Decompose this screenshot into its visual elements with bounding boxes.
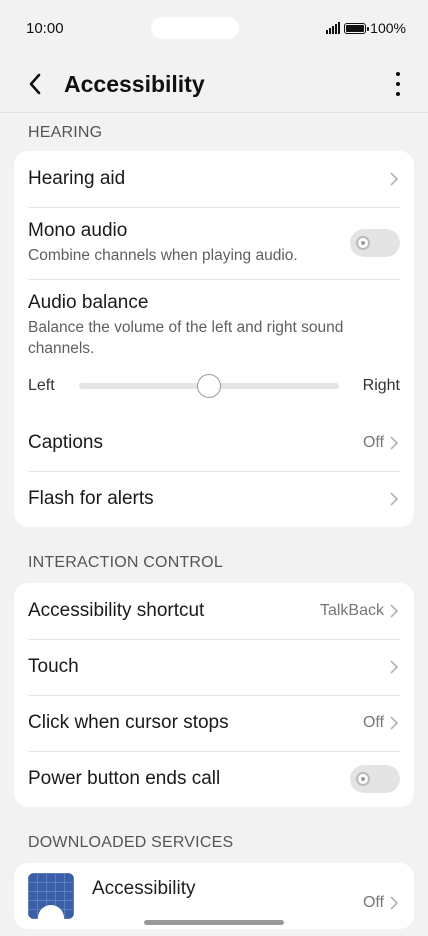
- status-bar: 10:00 100%: [0, 0, 428, 56]
- android-app-icon: [28, 873, 74, 919]
- service-value: Off: [362, 894, 384, 911]
- captions-value: Off: [362, 434, 384, 451]
- home-indicator[interactable]: [144, 920, 284, 925]
- power-button-toggle[interactable]: [350, 765, 400, 793]
- power-button-label: Power button ends call: [28, 768, 221, 789]
- chevron-right-icon: [390, 716, 400, 730]
- flash-alerts-label: Flash for alerts: [28, 488, 154, 509]
- touch-label: Touch: [28, 656, 79, 677]
- slider-left-label: Left: [28, 377, 55, 394]
- interaction-card: Accessibility shortcut TalkBack Touch Cl…: [14, 583, 414, 807]
- flash-alerts-row[interactable]: Flash for alerts: [14, 471, 414, 527]
- chevron-right-icon: [390, 436, 400, 450]
- click-cursor-value: Off: [362, 714, 384, 731]
- mono-audio-toggle[interactable]: [350, 229, 400, 257]
- click-cursor-label: Click when cursor stops: [28, 712, 229, 733]
- camera-pill: [150, 17, 239, 39]
- more-vertical-icon[interactable]: [388, 70, 408, 98]
- battery-percent: 100%: [370, 20, 406, 36]
- audio-balance-slider[interactable]: [78, 374, 339, 398]
- audio-balance-row: Audio balance Balance the volume of the …: [14, 279, 414, 361]
- slider-right-label: Right: [362, 377, 400, 394]
- captions-row[interactable]: Captions Off: [14, 415, 414, 471]
- mono-audio-description: Combine channels when playing audio.: [28, 247, 298, 264]
- click-cursor-row[interactable]: Click when cursor stops Off: [14, 695, 414, 751]
- accessibility-shortcut-row[interactable]: Accessibility shortcut TalkBack: [14, 583, 414, 639]
- hearing-aid-label: Hearing aid: [28, 168, 126, 189]
- status-time: 10:00: [26, 19, 64, 37]
- chevron-right-icon: [390, 660, 400, 674]
- captions-label: Captions: [28, 432, 103, 453]
- mono-audio-row[interactable]: Mono audio Combine channels when playing…: [14, 207, 414, 279]
- chevron-right-icon: [390, 172, 400, 186]
- chevron-right-icon: [390, 604, 400, 618]
- power-button-row[interactable]: Power button ends call: [14, 751, 414, 807]
- touch-row[interactable]: Touch: [14, 639, 414, 695]
- chevron-left-icon[interactable]: [28, 72, 52, 96]
- chevron-right-icon: [390, 896, 400, 910]
- hearing-card: Hearing aid Mono audio Combine channels …: [14, 151, 414, 527]
- audio-balance-label: Audio balance: [28, 292, 149, 313]
- section-header-interaction: INTERACTION CONTROL: [28, 554, 223, 571]
- audio-balance-slider-row: Left Right: [28, 371, 400, 401]
- chevron-right-icon: [390, 492, 400, 506]
- status-icons: 100%: [326, 20, 406, 36]
- service-name: Accessibility: [92, 878, 196, 899]
- accessibility-shortcut-value: TalkBack: [319, 602, 384, 619]
- hearing-aid-row[interactable]: Hearing aid: [14, 151, 414, 207]
- audio-balance-description: Balance the volume of the left and right…: [28, 319, 344, 357]
- section-header-hearing: HEARING: [28, 124, 103, 141]
- mono-audio-label: Mono audio: [28, 220, 128, 241]
- top-app-bar: Accessibility: [0, 56, 428, 112]
- slider-thumb[interactable]: [196, 374, 221, 398]
- accessibility-shortcut-label: Accessibility shortcut: [28, 600, 205, 621]
- section-header-downloaded: DOWNLOADED SERVICES: [28, 834, 234, 851]
- signal-icon: [326, 22, 341, 34]
- page-title: Accessibility: [64, 70, 205, 97]
- battery-icon: [344, 22, 370, 34]
